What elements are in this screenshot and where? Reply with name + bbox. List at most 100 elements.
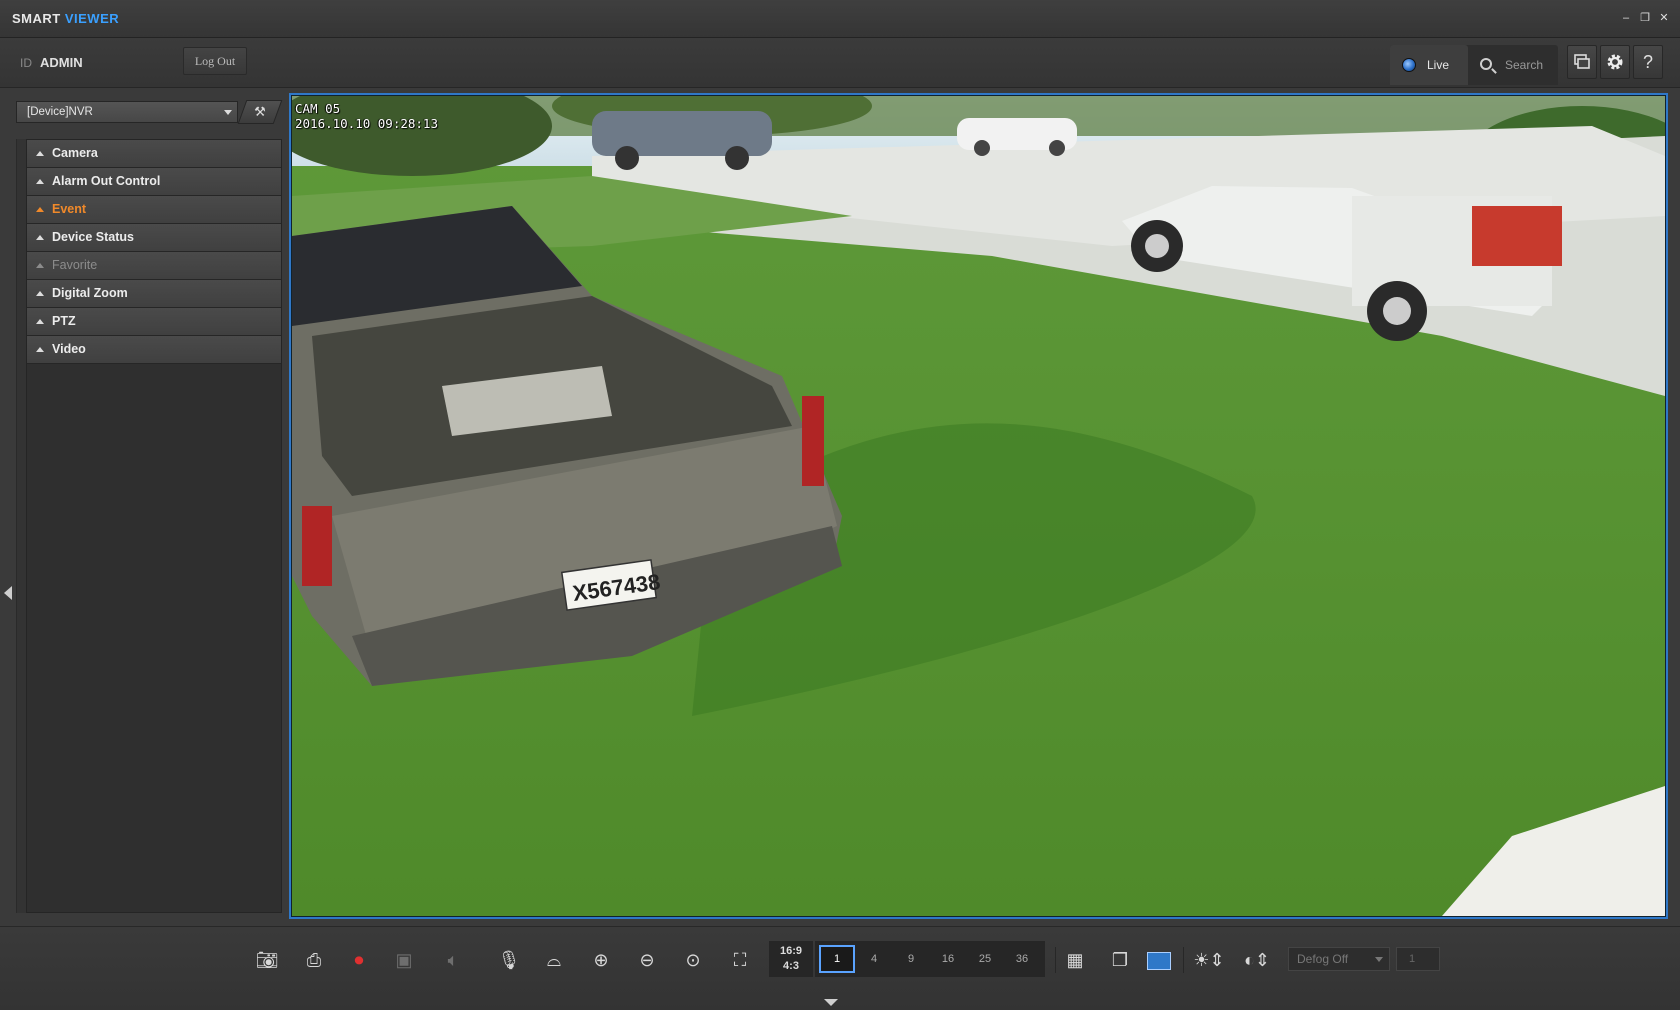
chevron-up-icon bbox=[36, 347, 44, 352]
tab-live-label: Live bbox=[1427, 58, 1450, 72]
display-settings-button[interactable] bbox=[1567, 45, 1597, 79]
menu-item-label: Favorite bbox=[52, 258, 98, 272]
logout-button[interactable]: Log Out bbox=[183, 47, 247, 75]
minimize-button[interactable]: – bbox=[1618, 10, 1634, 26]
menu-item-label: Device Status bbox=[52, 230, 134, 244]
aspect-ratio-toggle[interactable]: 16:9 4:3 bbox=[769, 941, 813, 977]
menu-item-camera[interactable]: Camera bbox=[27, 140, 281, 168]
expand-toolbar-icon[interactable] bbox=[824, 999, 838, 1006]
search-icon bbox=[1480, 58, 1492, 70]
tab-live[interactable]: Live bbox=[1390, 45, 1468, 85]
menu-item-label: Alarm Out Control bbox=[52, 174, 161, 188]
record-icon: ⏺ bbox=[354, 950, 364, 970]
layout-4-button[interactable]: 4 bbox=[856, 945, 892, 973]
chevron-up-icon bbox=[36, 291, 44, 296]
menu-item-device-status[interactable]: Device Status bbox=[27, 224, 281, 252]
camera-name: CAM 05 bbox=[295, 101, 341, 116]
device-tool-button[interactable]: ⚒ bbox=[237, 100, 283, 124]
menu-item-ptz[interactable]: PTZ bbox=[27, 308, 281, 336]
copy-button[interactable]: ▣ bbox=[387, 945, 421, 975]
audio-button[interactable]: 🔈︎ bbox=[436, 945, 470, 975]
mode-tabs: Live Search bbox=[1390, 45, 1558, 85]
menu-item-label: Event bbox=[52, 202, 87, 216]
layout-1-button[interactable]: 1 bbox=[819, 945, 855, 973]
device-select[interactable]: [Device]NVR bbox=[16, 101, 238, 123]
chevron-up-icon bbox=[36, 263, 44, 268]
sequence-button[interactable]: ❐ bbox=[1103, 945, 1137, 975]
aspect-ratio-16-9[interactable]: 16:9 bbox=[769, 944, 813, 959]
chevron-up-icon bbox=[36, 235, 44, 240]
layout-25-button[interactable]: 25 bbox=[967, 945, 1003, 973]
side-menu: Camera Alarm Out Control Event Device Statu… bbox=[26, 139, 282, 913]
custom-layout-button[interactable]: ▦ bbox=[1058, 945, 1092, 975]
zoom-fit-button[interactable]: ⊙ bbox=[676, 945, 710, 975]
zoom-out-icon: ⊖ bbox=[639, 950, 655, 970]
display-icon bbox=[1574, 54, 1590, 69]
menu-item-favorite[interactable]: Favorite bbox=[27, 252, 281, 280]
menu-item-label: Camera bbox=[52, 146, 98, 160]
close-button[interactable]: ✕ bbox=[1656, 10, 1672, 26]
help-button[interactable]: ? bbox=[1633, 45, 1663, 79]
zoom-fit-icon: ⊙ bbox=[685, 950, 701, 970]
microphone-button[interactable]: 🎙︎ bbox=[492, 945, 526, 975]
fullscreen-icon: ⛶ bbox=[733, 950, 747, 970]
camera-timestamp: 2016.10.10 09:28:13 bbox=[295, 116, 438, 131]
collapse-panel-icon[interactable] bbox=[4, 586, 12, 600]
video-tile[interactable]: X567438 CAM 05 2016.10.10 09:28:13 bbox=[289, 93, 1668, 919]
layout-9-button[interactable]: 9 bbox=[893, 945, 929, 973]
osd-icon bbox=[1147, 952, 1171, 971]
layout-16-button[interactable]: 16 bbox=[930, 945, 966, 973]
chevron-up-icon bbox=[36, 207, 44, 212]
help-icon: ? bbox=[1642, 52, 1653, 72]
menu-item-label: Video bbox=[52, 342, 86, 356]
menu-item-alarm-out-control[interactable]: Alarm Out Control bbox=[27, 168, 281, 196]
menu-item-event[interactable]: Event bbox=[27, 196, 281, 224]
brightness-control[interactable]: ☀︎⇕ bbox=[1192, 945, 1226, 975]
chevron-down-icon bbox=[224, 110, 232, 115]
tab-search-label: Search bbox=[1505, 58, 1544, 72]
toolbar-divider bbox=[1055, 947, 1056, 973]
settings-button[interactable] bbox=[1600, 45, 1630, 79]
live-icon bbox=[1402, 58, 1416, 72]
chevron-up-icon bbox=[36, 179, 44, 184]
restore-button[interactable]: ❐ bbox=[1637, 10, 1653, 26]
camera-feed-image: X567438 bbox=[292, 96, 1665, 916]
camera-overlay: CAM 05 2016.10.10 09:28:13 bbox=[295, 101, 438, 131]
gear-icon bbox=[1607, 54, 1623, 70]
user-name: ADMIN bbox=[40, 55, 83, 70]
defog-select[interactable]: Defog Off bbox=[1288, 947, 1390, 971]
print-button[interactable]: ⎙ bbox=[297, 945, 331, 975]
toolbar-divider bbox=[1183, 947, 1184, 973]
snapshot-button[interactable]: 📷︎ bbox=[250, 945, 284, 975]
layout-36-button[interactable]: 36 bbox=[1004, 945, 1040, 973]
camera-icon: 📷︎ bbox=[255, 950, 279, 970]
osd-button[interactable] bbox=[1142, 945, 1176, 975]
chevron-up-icon bbox=[36, 151, 44, 156]
header-bar: ID ADMIN Log Out Live Search ? bbox=[0, 38, 1680, 88]
left-panel: [Device]NVR ⚒ Camera Alarm Out Control Eve… bbox=[0, 89, 288, 917]
tab-search[interactable]: Search bbox=[1468, 45, 1558, 85]
aspect-ratio-4-3[interactable]: 4:3 bbox=[769, 959, 813, 974]
menu-item-label: Digital Zoom bbox=[52, 286, 128, 300]
defog-level-stepper[interactable]: 1 bbox=[1396, 947, 1440, 971]
menu-item-label: PTZ bbox=[52, 314, 76, 328]
bottom-toolbar: 📷︎ ⎙ ⏺ ▣ 🔈︎ 🎙︎ ⌓ ⊕ ⊖ ⊙ ⛶ 16:9 4:3 1 4 9 16 2… bbox=[0, 926, 1680, 1010]
layout-selector: 1 4 9 16 25 36 bbox=[815, 941, 1045, 977]
chevron-down-icon bbox=[1375, 957, 1383, 962]
device-select-value: [Device]NVR bbox=[27, 106, 93, 118]
zoom-in-button[interactable]: ⊕ bbox=[584, 945, 618, 975]
title-bar: SMART VIEWER – ❐ ✕ bbox=[0, 0, 1680, 38]
chevron-up-icon bbox=[36, 319, 44, 324]
wrench-icon: ⚒ bbox=[254, 104, 266, 119]
alarm-button[interactable]: ⌓ bbox=[537, 945, 571, 975]
fullscreen-button[interactable]: ⛶ bbox=[723, 945, 757, 975]
app-title-part1: SMART bbox=[12, 11, 61, 26]
contrast-control[interactable]: ◐⇕ bbox=[1240, 945, 1274, 975]
menu-item-video[interactable]: Video bbox=[27, 336, 281, 364]
contrast-icon: ◐⇕ bbox=[1244, 950, 1270, 970]
zoom-out-button[interactable]: ⊖ bbox=[630, 945, 664, 975]
speaker-icon: 🔈︎ bbox=[447, 950, 459, 970]
record-button[interactable]: ⏺ bbox=[342, 945, 376, 975]
menu-item-digital-zoom[interactable]: Digital Zoom bbox=[27, 280, 281, 308]
id-label: ID bbox=[20, 56, 32, 70]
